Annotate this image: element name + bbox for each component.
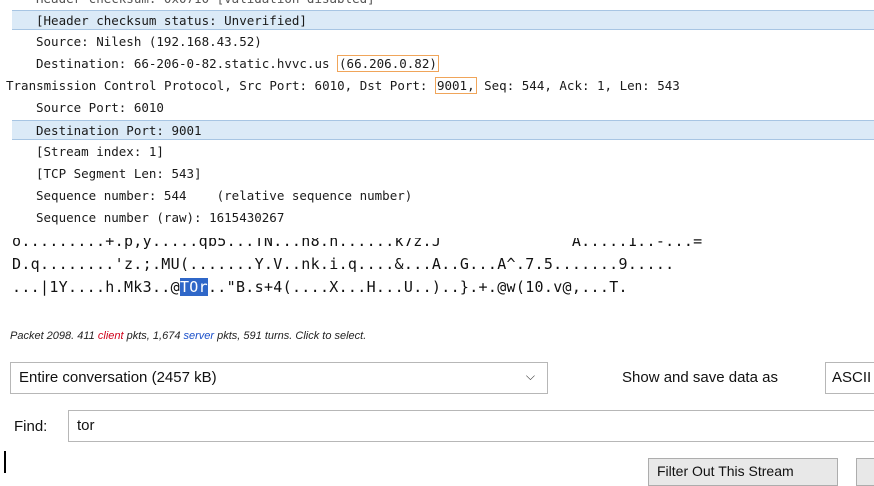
conversation-select-value: Entire conversation (2457 kB)	[19, 369, 217, 386]
stream-line: ...|1Y....h.Mk3..@TOr.."B.s+4(....X...H.…	[12, 278, 628, 296]
show-save-label: Show and save data as	[622, 369, 778, 386]
packet-status[interactable]: Packet 2098. 411 client pkts, 1,674 serv…	[10, 330, 366, 342]
conversation-select[interactable]: Entire conversation (2457 kB) ⌵	[10, 362, 548, 394]
find-label: Find:	[14, 418, 48, 435]
tcp-summary-rest: Seq: 544, Ack: 1, Len: 543	[476, 78, 680, 93]
text-cursor	[4, 451, 6, 473]
status-text: pkts, 591 turns. Click to select.	[214, 330, 367, 342]
next-button[interactable]	[856, 458, 874, 486]
status-text: pkts, 1,674	[123, 330, 184, 342]
destination-port-row[interactable]: Destination Port: 9001	[12, 120, 874, 140]
destination-host: Destination: 66-206-0-82.static.hvvc.us	[36, 56, 338, 71]
client-label: client	[97, 330, 124, 342]
sequence-number-row[interactable]: Sequence number: 544 (relative sequence …	[36, 186, 412, 206]
destination-row[interactable]: Destination: 66-206-0-82.static.hvvc.us …	[36, 54, 439, 74]
stream-line: o.........+.p,y.....qb5...TN...n8.n.....…	[12, 238, 703, 250]
source-port-row[interactable]: Source Port: 6010	[36, 98, 164, 118]
tcp-segment-len-row[interactable]: [TCP Segment Len: 543]	[36, 164, 202, 184]
checksum-status-text: [Header checksum status: Unverified]	[36, 13, 307, 28]
status-text: Packet 2098. 411	[10, 330, 98, 342]
header-checksum-row[interactable]: Header checksum: 0x0710 [validation disa…	[36, 0, 375, 9]
tcp-row[interactable]: Transmission Control Protocol, Src Port:…	[6, 76, 680, 96]
filter-out-stream-button[interactable]: Filter Out This Stream	[648, 458, 838, 486]
destination-ip-annotation: (66.206.0.82)	[337, 55, 439, 72]
stream-line: D.q........'z.;.MU(.......Y.V..nk.i.q...…	[12, 255, 675, 273]
server-label: server	[183, 330, 215, 342]
stream-index-row[interactable]: [Stream index: 1]	[36, 142, 164, 162]
find-input[interactable]: tor	[68, 410, 874, 442]
destination-port-text: Destination Port: 9001	[36, 123, 202, 138]
sequence-raw-row[interactable]: Sequence number (raw): 1615430267	[36, 208, 284, 228]
stream-text: ...|1Y....h.Mk3..@	[12, 278, 180, 296]
stream-text: .."B.s+4(....X...H...U..)..}.+.@w(10.v@,…	[207, 278, 628, 296]
stream-content[interactable]: o.........+.p,y.....qb5...TN...n8.n.....…	[0, 238, 874, 322]
tcp-summary: Transmission Control Protocol, Src Port:…	[6, 78, 435, 93]
checksum-status-row[interactable]: [Header checksum status: Unverified]	[12, 10, 874, 30]
dst-port-annotation: 9001,	[434, 77, 477, 94]
search-match-highlight: TOr	[179, 278, 208, 296]
data-format-select[interactable]: ASCII	[825, 362, 874, 394]
source-row[interactable]: Source: Nilesh (192.168.43.52)	[36, 32, 262, 52]
chevron-down-icon: ⌵	[525, 369, 535, 383]
